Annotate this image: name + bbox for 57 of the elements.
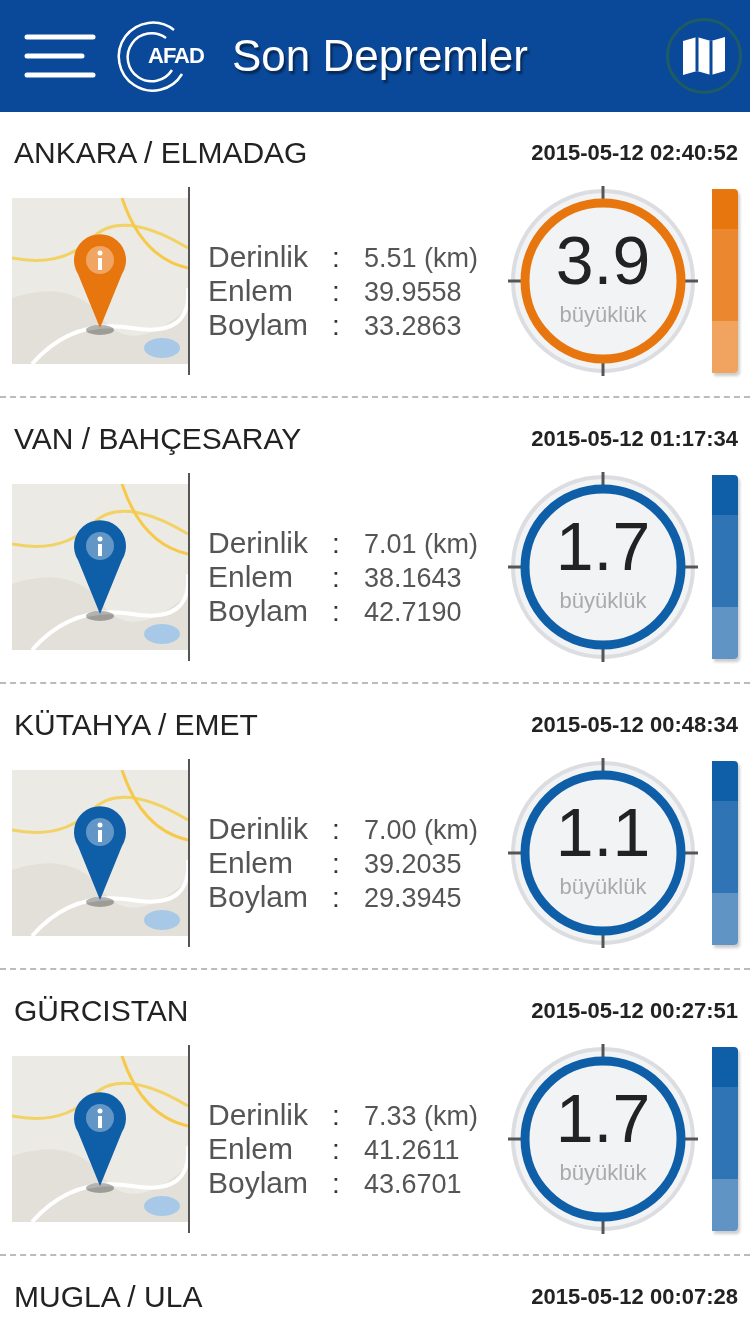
timestamp: 2015-05-12 00:48:34 bbox=[531, 712, 738, 738]
field-separator: : bbox=[332, 882, 341, 914]
field-label: Boylam bbox=[208, 308, 310, 342]
field-value: 39.9558 bbox=[363, 277, 463, 308]
field-value: 29.3945 bbox=[363, 883, 463, 914]
field-separator: : bbox=[332, 310, 341, 342]
field-separator: : bbox=[332, 1100, 341, 1132]
field-label: Boylam bbox=[208, 880, 310, 914]
location-name: GÜRCISTAN bbox=[14, 994, 189, 1028]
timestamp: 2015-05-12 02:40:52 bbox=[531, 140, 738, 166]
timestamp: 2015-05-12 00:07:28 bbox=[531, 1284, 738, 1310]
field-label: Enlem bbox=[208, 846, 295, 880]
field-separator: : bbox=[332, 242, 341, 274]
timestamp: 2015-05-12 00:27:51 bbox=[531, 998, 738, 1024]
field-value: 5.51 (km) bbox=[363, 243, 479, 274]
field-separator: : bbox=[332, 528, 341, 560]
magnitude-value: 3.9 bbox=[554, 226, 652, 294]
field-separator: : bbox=[332, 276, 341, 308]
field-label: Boylam bbox=[208, 1166, 310, 1200]
field-value: 7.01 (km) bbox=[363, 529, 479, 560]
field-label: Enlem bbox=[208, 560, 295, 594]
field-separator: : bbox=[332, 814, 341, 846]
field-label: Derinlik bbox=[208, 526, 310, 560]
location-name: KÜTAHYA / EMET bbox=[14, 708, 258, 742]
timestamp: 2015-05-12 01:17:34 bbox=[531, 426, 738, 452]
magnitude-label: büyüklük bbox=[558, 1160, 648, 1186]
field-value: 43.6701 bbox=[363, 1169, 463, 1200]
magnitude-value: 1.7 bbox=[554, 512, 652, 580]
field-separator: : bbox=[332, 562, 341, 594]
field-label: Boylam bbox=[208, 594, 310, 628]
field-value: 38.1643 bbox=[363, 563, 463, 594]
field-value: 42.7190 bbox=[363, 597, 463, 628]
location-name: ANKARA / ELMADAG bbox=[14, 136, 308, 170]
menu-icon[interactable] bbox=[24, 33, 96, 79]
field-value: 7.33 (km) bbox=[363, 1101, 479, 1132]
magnitude-value: 1.7 bbox=[554, 1084, 652, 1152]
field-separator: : bbox=[332, 596, 341, 628]
field-label: Enlem bbox=[208, 1132, 295, 1166]
field-separator: : bbox=[332, 848, 341, 880]
field-label: Derinlik bbox=[208, 1098, 310, 1132]
field-value: 7.00 (km) bbox=[363, 815, 479, 846]
location-name: VAN / BAHÇESARAY bbox=[14, 422, 302, 456]
field-value: 41.2611 bbox=[363, 1135, 461, 1166]
field-value: 39.2035 bbox=[363, 849, 463, 880]
field-value: 33.2863 bbox=[363, 311, 463, 342]
field-label: Derinlik bbox=[208, 812, 310, 846]
screen-title: Son Depremler bbox=[232, 31, 529, 81]
field-label: Enlem bbox=[208, 274, 295, 308]
field-separator: : bbox=[332, 1134, 341, 1166]
magnitude-label: büyüklük bbox=[558, 588, 648, 614]
field-separator: : bbox=[332, 1168, 341, 1200]
location-name: MUGLA / ULA bbox=[14, 1280, 203, 1314]
logo-text: AFAD bbox=[148, 43, 204, 69]
magnitude-value: 1.1 bbox=[554, 798, 652, 866]
field-label: Derinlik bbox=[208, 240, 310, 274]
magnitude-label: büyüklük bbox=[558, 874, 648, 900]
magnitude-label: büyüklük bbox=[558, 302, 648, 328]
